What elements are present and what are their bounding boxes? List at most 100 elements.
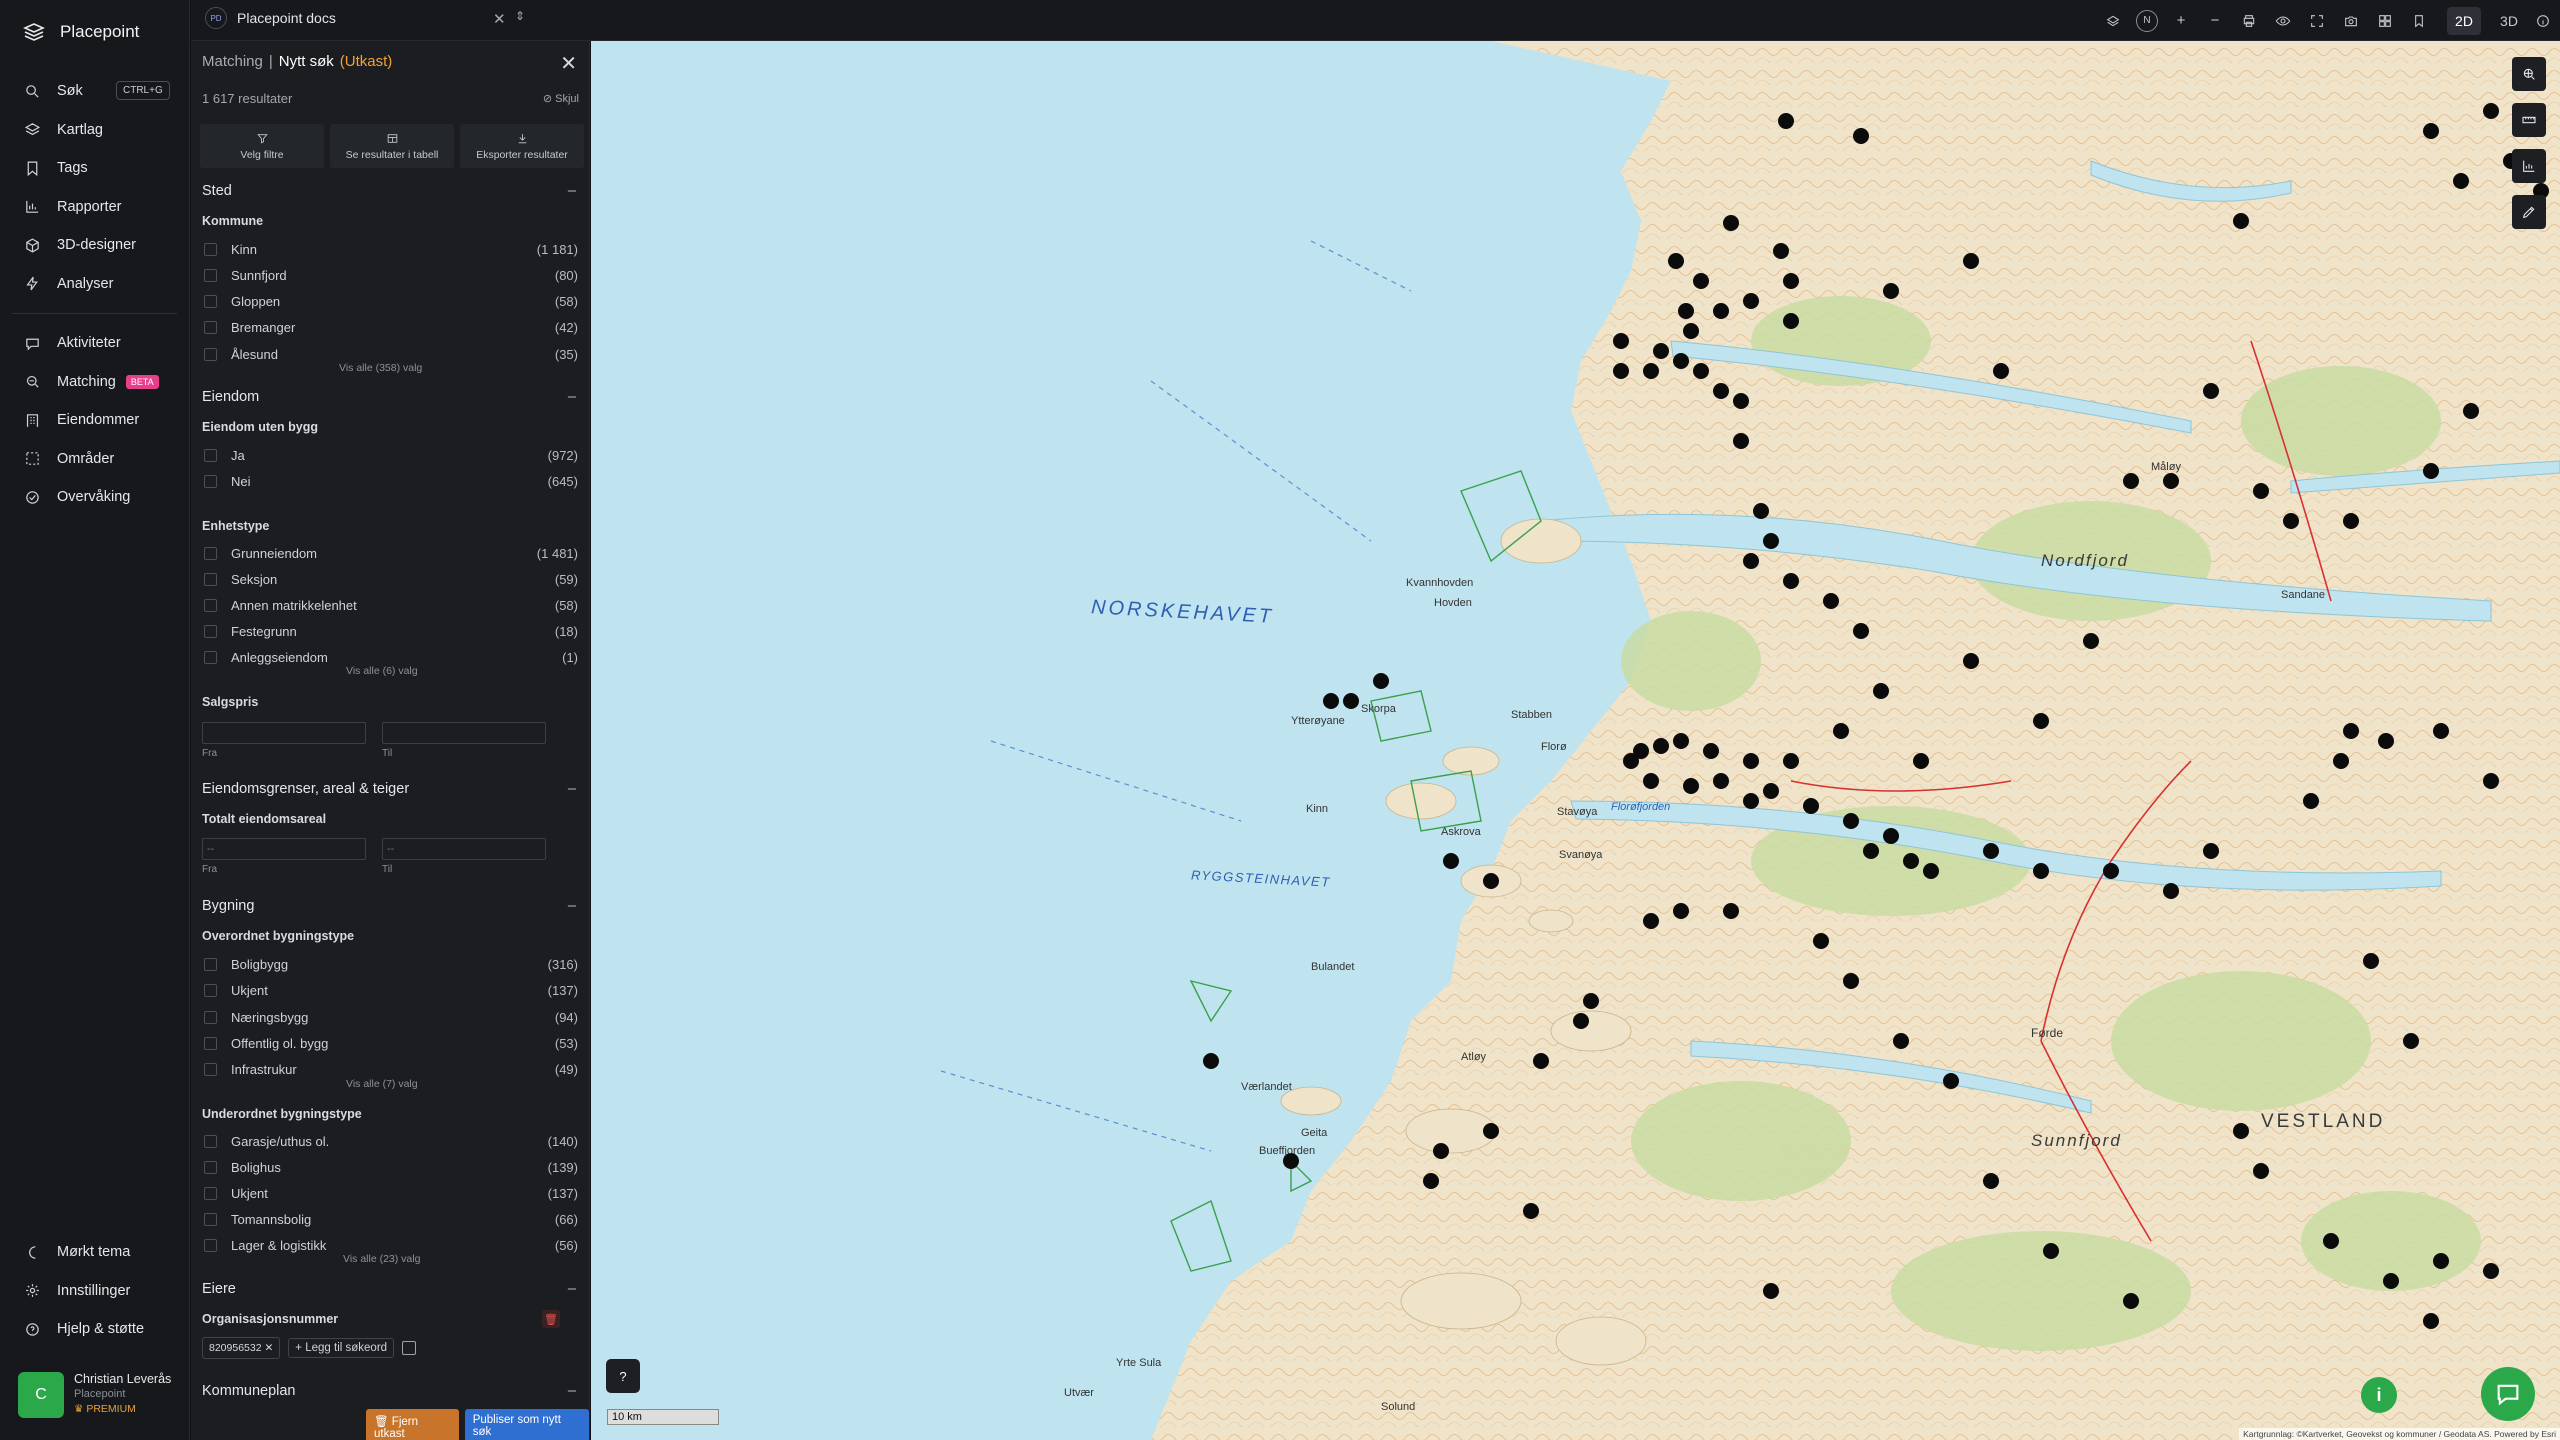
mode-3d-button[interactable]: 3D bbox=[2492, 0, 2526, 41]
property-marker[interactable] bbox=[2323, 1233, 2339, 1249]
property-marker[interactable] bbox=[2333, 753, 2349, 769]
property-marker[interactable] bbox=[1753, 503, 1769, 519]
option-garasje[interactable]: Garasje/uthus ol. (140) bbox=[202, 1132, 578, 1150]
option-seksjon[interactable]: Seksjon (59) bbox=[202, 570, 578, 588]
sidebar-item-3d-designer[interactable]: 3D-designer bbox=[0, 226, 189, 265]
property-marker[interactable] bbox=[1763, 533, 1779, 549]
property-marker[interactable] bbox=[2203, 383, 2219, 399]
property-marker[interactable] bbox=[2483, 103, 2499, 119]
property-marker[interactable] bbox=[1743, 753, 1759, 769]
section-eiendomsgrenser[interactable]: Eiendomsgrenser, areal & teiger – bbox=[202, 781, 582, 797]
option-anleggseiendom[interactable]: Anleggseiendom (1) bbox=[202, 648, 578, 666]
property-marker[interactable] bbox=[2423, 463, 2439, 479]
property-marker[interactable] bbox=[2343, 723, 2359, 739]
sidebar-item-matching[interactable]: Matching BETA bbox=[0, 363, 189, 402]
remove-tag-icon[interactable]: ✕ bbox=[264, 1342, 273, 1354]
property-marker[interactable] bbox=[2383, 1273, 2399, 1289]
option-grunneiendom[interactable]: Grunneiendom (1 481) bbox=[202, 544, 578, 562]
property-marker[interactable] bbox=[2483, 1263, 2499, 1279]
property-marker[interactable] bbox=[1733, 393, 1749, 409]
close-panel-icon[interactable]: ✕ bbox=[560, 51, 577, 76]
option-nei[interactable]: Nei (645) bbox=[202, 472, 578, 490]
sidebar-item-kartlag[interactable]: Kartlag bbox=[0, 111, 189, 150]
document-tab[interactable]: PD Placepoint docs bbox=[205, 7, 336, 29]
property-marker[interactable] bbox=[2233, 1123, 2249, 1139]
show-all-kommune[interactable]: Vis alle (358) valg bbox=[339, 362, 422, 374]
property-marker[interactable] bbox=[1643, 913, 1659, 929]
property-marker[interactable] bbox=[1323, 693, 1339, 709]
property-marker[interactable] bbox=[1583, 993, 1599, 1009]
user-profile[interactable]: C Christian Leverås Placepoint ♛ PREMIUM bbox=[18, 1372, 171, 1418]
property-marker[interactable] bbox=[2033, 863, 2049, 879]
layers-stack-button[interactable] bbox=[2096, 0, 2130, 41]
sidebar-item-search[interactable]: Søk CTRL+G bbox=[0, 72, 189, 111]
property-marker[interactable] bbox=[2253, 483, 2269, 499]
property-marker[interactable] bbox=[2453, 173, 2469, 189]
property-marker[interactable] bbox=[2423, 123, 2439, 139]
option-boligbygg[interactable]: Boligbygg (316) bbox=[202, 955, 578, 973]
property-marker[interactable] bbox=[1653, 343, 1669, 359]
property-marker[interactable] bbox=[1963, 253, 1979, 269]
property-marker[interactable] bbox=[1643, 773, 1659, 789]
map-layer-button[interactable] bbox=[2512, 57, 2546, 91]
property-marker[interactable] bbox=[1903, 853, 1919, 869]
sidebar-item-settings[interactable]: Innstillinger bbox=[0, 1272, 190, 1311]
hide-button[interactable]: ⊘ Skjul bbox=[543, 92, 579, 105]
trash-icon[interactable]: 🗑 bbox=[542, 1310, 560, 1328]
property-marker[interactable] bbox=[1773, 243, 1789, 259]
checkbox[interactable] bbox=[204, 983, 217, 997]
property-marker[interactable] bbox=[1843, 813, 1859, 829]
property-marker[interactable] bbox=[2123, 473, 2139, 489]
collapse-icon[interactable]: – bbox=[568, 183, 576, 199]
checkbox[interactable] bbox=[204, 1134, 217, 1148]
info-icon[interactable]: i bbox=[2361, 1377, 2397, 1413]
property-marker[interactable] bbox=[2253, 1163, 2269, 1179]
property-marker[interactable] bbox=[1743, 293, 1759, 309]
grid-button[interactable] bbox=[2368, 0, 2402, 41]
property-marker[interactable] bbox=[1533, 1053, 1549, 1069]
checkbox[interactable] bbox=[204, 1238, 217, 1252]
property-marker[interactable] bbox=[1963, 653, 1979, 669]
view-table-button[interactable]: Se resultater i tabell bbox=[330, 124, 454, 168]
property-marker[interactable] bbox=[1993, 363, 2009, 379]
property-marker[interactable] bbox=[1713, 383, 1729, 399]
property-marker[interactable] bbox=[2433, 1253, 2449, 1269]
property-marker[interactable] bbox=[2363, 953, 2379, 969]
property-marker[interactable] bbox=[1668, 253, 1684, 269]
checkbox[interactable] bbox=[204, 546, 217, 560]
property-marker[interactable] bbox=[1678, 303, 1694, 319]
property-marker[interactable] bbox=[1763, 1283, 1779, 1299]
property-marker[interactable] bbox=[2463, 403, 2479, 419]
property-marker[interactable] bbox=[1823, 593, 1839, 609]
property-marker[interactable] bbox=[1783, 273, 1799, 289]
fullscreen-button[interactable] bbox=[2300, 0, 2334, 41]
map-canvas[interactable]: NORSKEHAVET RYGGSTEINHAVET VESTLAND Kinn… bbox=[591, 41, 2560, 1440]
property-marker[interactable] bbox=[1673, 733, 1689, 749]
checkbox[interactable] bbox=[204, 242, 217, 256]
property-marker[interactable] bbox=[2423, 1313, 2439, 1329]
option-ja[interactable]: Ja (972) bbox=[202, 446, 578, 464]
property-marker[interactable] bbox=[2378, 733, 2394, 749]
property-marker[interactable] bbox=[1743, 793, 1759, 809]
property-marker[interactable] bbox=[1763, 783, 1779, 799]
property-marker[interactable] bbox=[1523, 1203, 1539, 1219]
property-marker[interactable] bbox=[2203, 843, 2219, 859]
property-marker[interactable] bbox=[1983, 1173, 1999, 1189]
option-naeringsbygg[interactable]: Næringsbygg (94) bbox=[202, 1008, 578, 1026]
property-marker[interactable] bbox=[2403, 1033, 2419, 1049]
checkbox[interactable] bbox=[204, 294, 217, 308]
checkbox[interactable] bbox=[204, 268, 217, 282]
publish-search-button[interactable]: Publiser som nytt søk bbox=[464, 1409, 589, 1440]
section-eiere[interactable]: Eiere – bbox=[202, 1281, 582, 1297]
property-marker[interactable] bbox=[1693, 363, 1709, 379]
property-marker[interactable] bbox=[1913, 753, 1929, 769]
property-marker[interactable] bbox=[2433, 723, 2449, 739]
property-marker[interactable] bbox=[1713, 773, 1729, 789]
collapse-icon[interactable]: – bbox=[568, 1383, 576, 1399]
property-marker[interactable] bbox=[1778, 113, 1794, 129]
property-marker[interactable] bbox=[2163, 473, 2179, 489]
checkbox[interactable] bbox=[204, 1212, 217, 1226]
breadcrumb-matching[interactable]: Matching bbox=[202, 53, 263, 70]
property-marker[interactable] bbox=[1783, 753, 1799, 769]
salgspris-from-input[interactable] bbox=[202, 722, 366, 744]
